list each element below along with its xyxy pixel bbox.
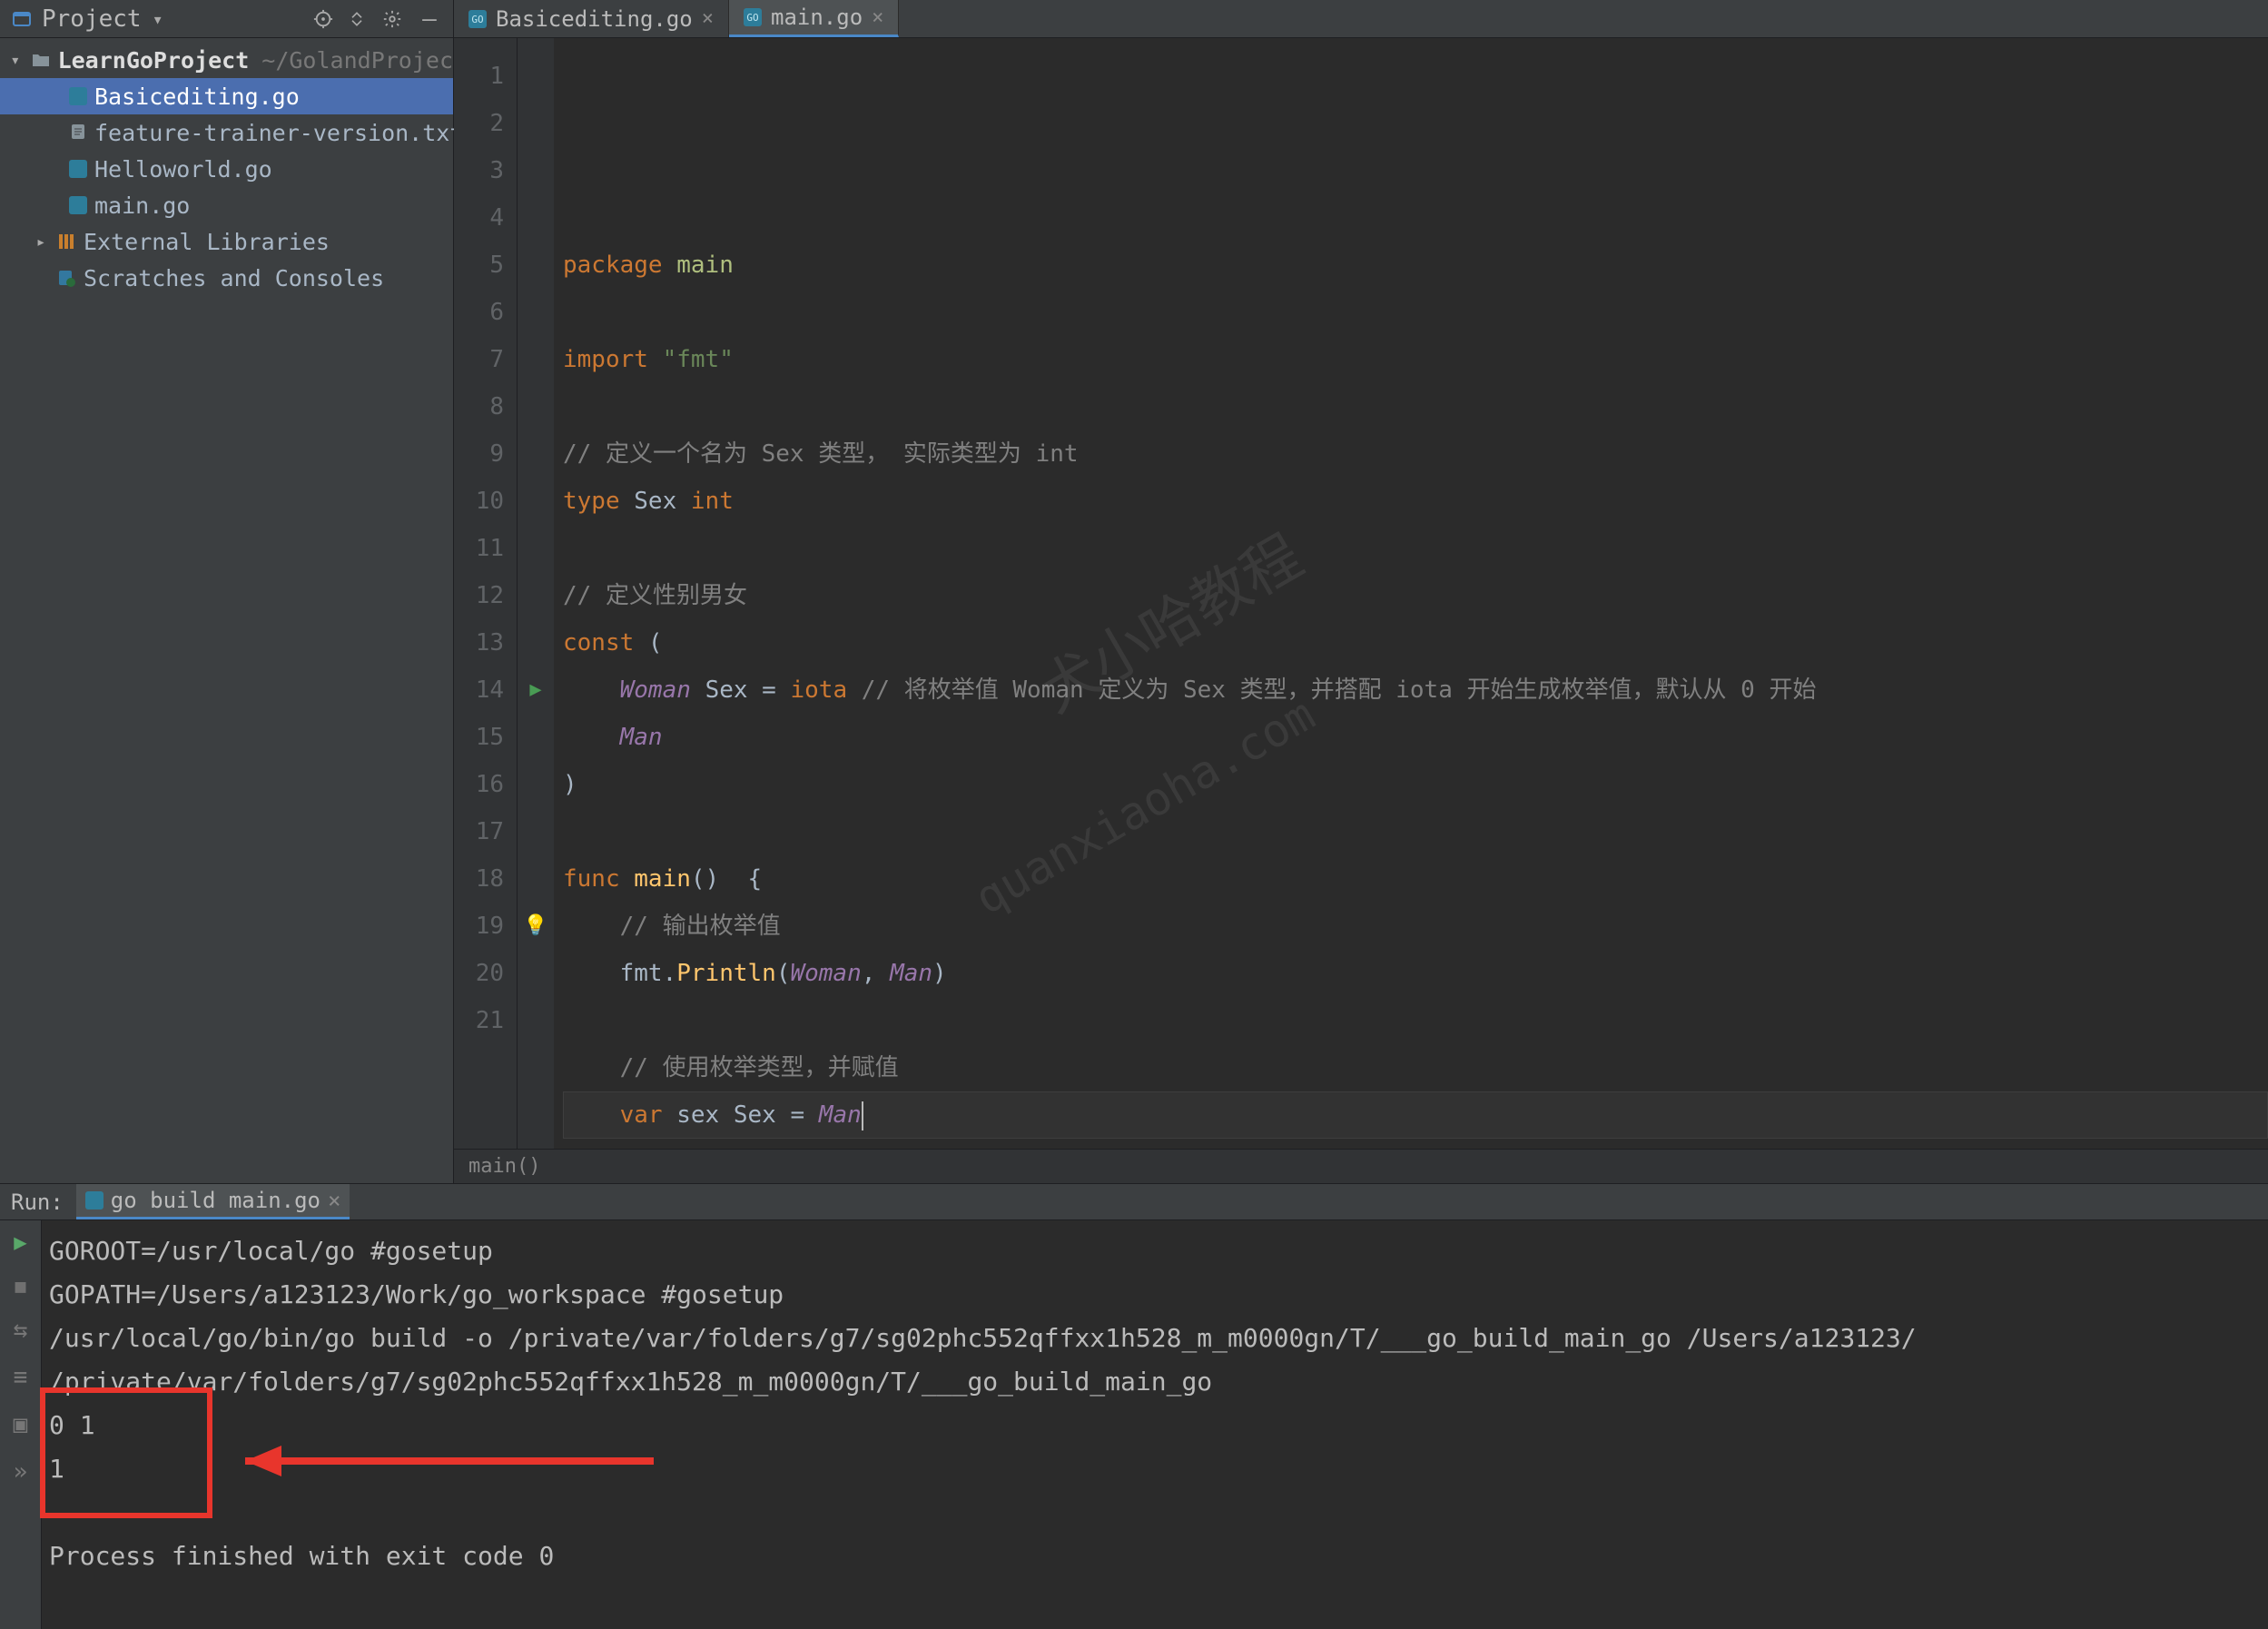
run-side-toolbar: ▶ ■ ⇆ ≡ ▣ » — [0, 1220, 42, 1629]
code-line[interactable]: const ( — [563, 619, 2268, 666]
project-tool-label[interactable]: Project — [42, 5, 142, 33]
layout-icon[interactable]: ⇆ — [14, 1317, 28, 1344]
code-line[interactable]: import "fmt" — [563, 336, 2268, 383]
go-file-icon — [69, 196, 87, 214]
code-line[interactable] — [563, 808, 2268, 855]
code-line[interactable]: fmt.Println(sex) — [563, 1139, 2268, 1149]
code-line[interactable] — [563, 997, 2268, 1044]
tree-file-label: Basicediting.go — [94, 84, 300, 110]
line-number-gutter: 123456789101112131415161718192021 — [454, 38, 518, 1149]
expand-all-icon[interactable] — [348, 10, 373, 28]
code-line[interactable]: fmt.Println(Woman, Man) — [563, 950, 2268, 997]
tree-external-libraries[interactable]: ▸ External Libraries — [0, 223, 453, 260]
run-panel: Run: go build main.go × ▶ ■ ⇆ ≡ ▣ » GORO… — [0, 1183, 2268, 1629]
code-line[interactable]: func main() { — [563, 855, 2268, 903]
code-line[interactable]: // 使用枚举类型，并赋值 — [563, 1044, 2268, 1091]
tree-file-basicediting[interactable]: Basicediting.go — [0, 78, 453, 114]
hide-panel-icon[interactable]: — — [417, 5, 442, 33]
tabbar: Project ▾ — GO Basicediting.go × — [0, 0, 2268, 38]
close-icon[interactable]: × — [328, 1188, 340, 1213]
scratches-icon — [56, 268, 76, 288]
svg-text:GO: GO — [746, 12, 758, 24]
code-line[interactable] — [563, 383, 2268, 430]
close-icon[interactable]: × — [702, 7, 714, 30]
go-file-icon — [69, 87, 87, 105]
tab-label: main.go — [771, 5, 863, 30]
code-line[interactable]: // 定义性别男女 — [563, 572, 2268, 619]
code-line[interactable]: // 定义一个名为 Sex 类型， 实际类型为 int — [563, 430, 2268, 478]
breadcrumb[interactable]: main() — [454, 1149, 2268, 1183]
code-line[interactable] — [563, 289, 2268, 336]
gutter-icons: ▶ 💡 — [518, 38, 554, 1149]
go-file-icon: GO — [468, 10, 487, 28]
more-icon[interactable]: » — [14, 1458, 28, 1486]
library-icon — [56, 232, 76, 252]
code-content[interactable]: 犬小哈教程 quanxiaoha.com package main import… — [554, 38, 2268, 1149]
project-toolbar: Project ▾ — — [0, 0, 454, 37]
folder-icon — [31, 50, 51, 70]
print-icon[interactable]: ▣ — [14, 1411, 28, 1438]
code-line[interactable]: var sex Sex = Man — [563, 1091, 2268, 1139]
target-icon[interactable] — [313, 9, 339, 29]
run-config-label: go build main.go — [111, 1188, 320, 1213]
project-tool-icon — [11, 8, 33, 30]
run-config-tab[interactable]: go build main.go × — [76, 1184, 350, 1219]
close-icon[interactable]: × — [872, 6, 883, 29]
tree-node-label: Scratches and Consoles — [84, 265, 384, 291]
tree-file-helloworld[interactable]: Helloworld.go — [0, 151, 453, 187]
tree-root[interactable]: ▾ LearnGoProject ~/GolandProjec — [0, 42, 453, 78]
tree-file-label: feature-trainer-version.txt — [94, 120, 463, 146]
code-line[interactable]: type Sex int — [563, 478, 2268, 525]
filter-icon[interactable]: ≡ — [14, 1364, 28, 1391]
project-root-name: LearnGoProject — [58, 47, 250, 74]
code-line[interactable]: ) — [563, 761, 2268, 808]
run-button-icon[interactable]: ▶ — [14, 1229, 26, 1255]
svg-text:GO: GO — [471, 14, 483, 25]
code-line[interactable]: Man — [563, 714, 2268, 761]
editor-tabs: GO Basicediting.go × GO main.go × — [454, 0, 899, 37]
tree-scratches[interactable]: Scratches and Consoles — [0, 260, 453, 296]
code-line[interactable]: Woman Sex = iota // 将枚举值 Woman 定义为 Sex 类… — [563, 666, 2268, 714]
run-header: Run: go build main.go × — [0, 1184, 2268, 1220]
stop-button-icon[interactable]: ■ — [15, 1275, 25, 1297]
tree-file-feature-trainer[interactable]: feature-trainer-version.txt — [0, 114, 453, 151]
tab-label: Basicediting.go — [496, 6, 693, 32]
tree-file-label: Helloworld.go — [94, 156, 272, 183]
run-output[interactable]: GOROOT=/usr/local/go #gosetup GOPATH=/Us… — [42, 1220, 2268, 1629]
project-panel: ▾ LearnGoProject ~/GolandProjec Basicedi… — [0, 38, 454, 1183]
code-line[interactable]: // 输出枚举值 — [563, 903, 2268, 950]
chevron-down-icon[interactable]: ▾ — [153, 8, 163, 30]
go-file-icon: GO — [744, 8, 762, 26]
tree-file-main[interactable]: main.go — [0, 187, 453, 223]
go-file-icon — [69, 160, 87, 178]
gear-icon[interactable] — [382, 9, 408, 29]
tree-node-label: External Libraries — [84, 229, 330, 255]
tab-basicediting[interactable]: GO Basicediting.go × — [454, 0, 729, 37]
code-editor[interactable]: 123456789101112131415161718192021 ▶ 💡 犬小… — [454, 38, 2268, 1149]
project-root-path: ~/GolandProjec — [261, 47, 453, 74]
go-file-icon — [85, 1191, 104, 1209]
tree-file-label: main.go — [94, 193, 190, 219]
chevron-right-icon[interactable]: ▸ — [33, 232, 49, 252]
chevron-down-icon[interactable]: ▾ — [7, 51, 24, 70]
run-label: Run: — [11, 1190, 64, 1215]
editor-area: 123456789101112131415161718192021 ▶ 💡 犬小… — [454, 38, 2268, 1183]
code-line[interactable] — [563, 525, 2268, 572]
code-line[interactable]: package main — [563, 242, 2268, 289]
text-file-icon — [69, 123, 87, 143]
tab-main[interactable]: GO main.go × — [729, 0, 899, 37]
